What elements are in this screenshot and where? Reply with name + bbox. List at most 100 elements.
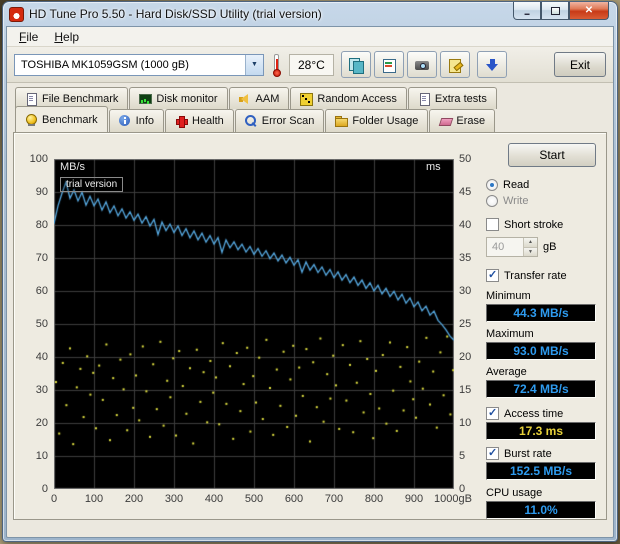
file-icon xyxy=(25,92,37,106)
burst-rate-checkbox[interactable] xyxy=(486,446,499,460)
camera-icon xyxy=(414,58,429,72)
tab-random-access[interactable]: Random Access xyxy=(290,87,407,109)
burst-rate-label: Burst rate xyxy=(504,447,552,460)
maximum-value: 93.0 MB/s xyxy=(486,342,596,360)
write-radio-row[interactable]: Write xyxy=(486,195,596,207)
average-label: Average xyxy=(486,366,527,378)
short-stroke-checkbox[interactable] xyxy=(486,218,499,231)
axis-tick-label: 600 xyxy=(284,493,304,505)
benchmark-chart: MB/s ms trial version 0 10 20 30 40 50 60 70 80 9… xyxy=(14,133,486,519)
tab-benchmark[interactable]: Benchmark xyxy=(15,106,108,132)
lamp-icon xyxy=(25,113,37,126)
exit-button[interactable]: Exit xyxy=(554,52,606,77)
chevron-down-icon[interactable] xyxy=(245,54,263,75)
close-icon xyxy=(585,5,593,16)
tab-aam[interactable]: AAM xyxy=(228,87,290,109)
axis-tick-label: 100 xyxy=(29,153,48,165)
tab-label: Extra tests xyxy=(434,92,487,105)
burst-rate-value: 152.5 MB/s xyxy=(486,462,596,480)
minimize-button[interactable] xyxy=(513,2,541,20)
axis-tick-label: 400 xyxy=(204,493,224,505)
axis-tick-label: 200 xyxy=(124,493,144,505)
title-bar[interactable]: HD Tune Pro 5.50 - Hard Disk/SSD Utility… xyxy=(3,2,617,26)
axis-tick-label: 800 xyxy=(364,493,384,505)
burst-rate-row[interactable]: Burst rate xyxy=(486,446,596,460)
axis-tick-label: 100 xyxy=(84,493,104,505)
tab-label: Folder Usage xyxy=(352,115,419,127)
monitor-icon xyxy=(139,93,153,105)
spinner-down-icon[interactable] xyxy=(524,247,537,256)
tab-label: Error Scan xyxy=(261,115,315,127)
info-icon xyxy=(118,115,131,127)
tab-row-2: Benchmark Info Health Error Scan Folder … xyxy=(15,106,607,132)
average-value: 72.4 MB/s xyxy=(486,380,596,398)
report-button[interactable] xyxy=(373,51,404,78)
axis-tick-label: 700 xyxy=(324,493,344,505)
cpu-usage-label: CPU usage xyxy=(486,487,543,499)
short-stroke-label: Short stroke xyxy=(504,218,564,231)
tab-health[interactable]: Health xyxy=(165,109,234,132)
tab-label: Info xyxy=(135,115,154,127)
stroke-size-input[interactable]: 40 xyxy=(486,237,538,257)
tab-label: AAM xyxy=(255,92,280,105)
axis-tick-label: 20 xyxy=(459,351,472,363)
short-stroke-row[interactable]: Short stroke xyxy=(486,218,596,231)
save-button[interactable] xyxy=(476,51,507,78)
export-button[interactable] xyxy=(439,51,470,78)
axis-tick-label: 50 xyxy=(459,153,472,165)
thermometer-icon xyxy=(271,53,282,77)
tab-extra-tests[interactable]: Extra tests xyxy=(407,87,497,109)
axis-tick-label: 5 xyxy=(459,450,466,462)
stroke-unit-label: gB xyxy=(543,241,557,253)
axis-tick-label: 15 xyxy=(459,384,472,396)
transfer-rate-checkbox[interactable] xyxy=(486,268,499,282)
spinner-up-icon[interactable] xyxy=(524,238,537,248)
menu-bar: File Help xyxy=(7,27,613,47)
access-time-label: Access time xyxy=(504,407,564,420)
tab-error-scan[interactable]: Error Scan xyxy=(234,109,325,132)
axis-tick-label: 10 xyxy=(459,417,472,429)
minimum-label: Minimum xyxy=(486,290,531,302)
close-button[interactable] xyxy=(569,2,609,20)
tab-disk-monitor[interactable]: Disk monitor xyxy=(129,87,228,109)
screenshot-button[interactable] xyxy=(406,51,437,78)
write-label: Write xyxy=(503,195,529,207)
tab-info[interactable]: Info xyxy=(108,109,164,132)
start-button[interactable]: Start xyxy=(508,143,596,167)
tab-erase[interactable]: Erase xyxy=(429,109,496,132)
access-time-row[interactable]: Access time xyxy=(486,406,596,420)
export-icon xyxy=(448,58,462,73)
transfer-rate-label: Transfer rate xyxy=(504,269,567,282)
chart-plot xyxy=(54,159,454,489)
tab-label: Benchmark xyxy=(42,113,98,126)
drive-select[interactable]: TOSHIBA MK1059GSM (1000 gB) xyxy=(14,53,264,76)
copy-button[interactable] xyxy=(340,51,371,78)
transfer-rate-row[interactable]: Transfer rate xyxy=(486,268,596,282)
maximize-button[interactable] xyxy=(541,2,569,20)
tab-folder-usage[interactable]: Folder Usage xyxy=(325,109,429,132)
axis-tick-label: 900 xyxy=(404,493,424,505)
client-area: File Help TOSHIBA MK1059GSM (1000 gB) 28… xyxy=(6,26,614,538)
read-radio[interactable] xyxy=(486,179,498,191)
tab-strip: File Benchmark Disk monitor AAM Random A… xyxy=(7,83,613,132)
left-axis-unit: MB/s xyxy=(60,161,86,173)
minimize-icon xyxy=(525,6,530,16)
axis-tick-label: 500 xyxy=(244,493,264,505)
read-radio-row[interactable]: Read xyxy=(486,179,596,191)
axis-tick-label: 0 xyxy=(50,493,58,505)
menu-item-help[interactable]: Help xyxy=(46,28,87,46)
axis-tick-label: 70 xyxy=(35,252,48,264)
tab-label: File Benchmark xyxy=(42,92,119,105)
copy-icon xyxy=(348,57,364,74)
menu-item-file[interactable]: File xyxy=(11,28,46,46)
window-title: HD Tune Pro 5.50 - Hard Disk/SSD Utility… xyxy=(29,7,322,21)
app-icon xyxy=(9,6,24,22)
axis-tick-label: 90 xyxy=(35,186,48,198)
axis-tick-label: 50 xyxy=(35,318,48,330)
benchmark-panel: MB/s ms trial version 0 10 20 30 40 50 60 70 80 9… xyxy=(13,132,607,520)
access-time-checkbox[interactable] xyxy=(486,406,499,420)
trial-watermark: trial version xyxy=(60,177,124,192)
folder-icon xyxy=(335,115,349,127)
tab-label: Erase xyxy=(456,115,486,127)
write-radio[interactable] xyxy=(486,195,498,207)
